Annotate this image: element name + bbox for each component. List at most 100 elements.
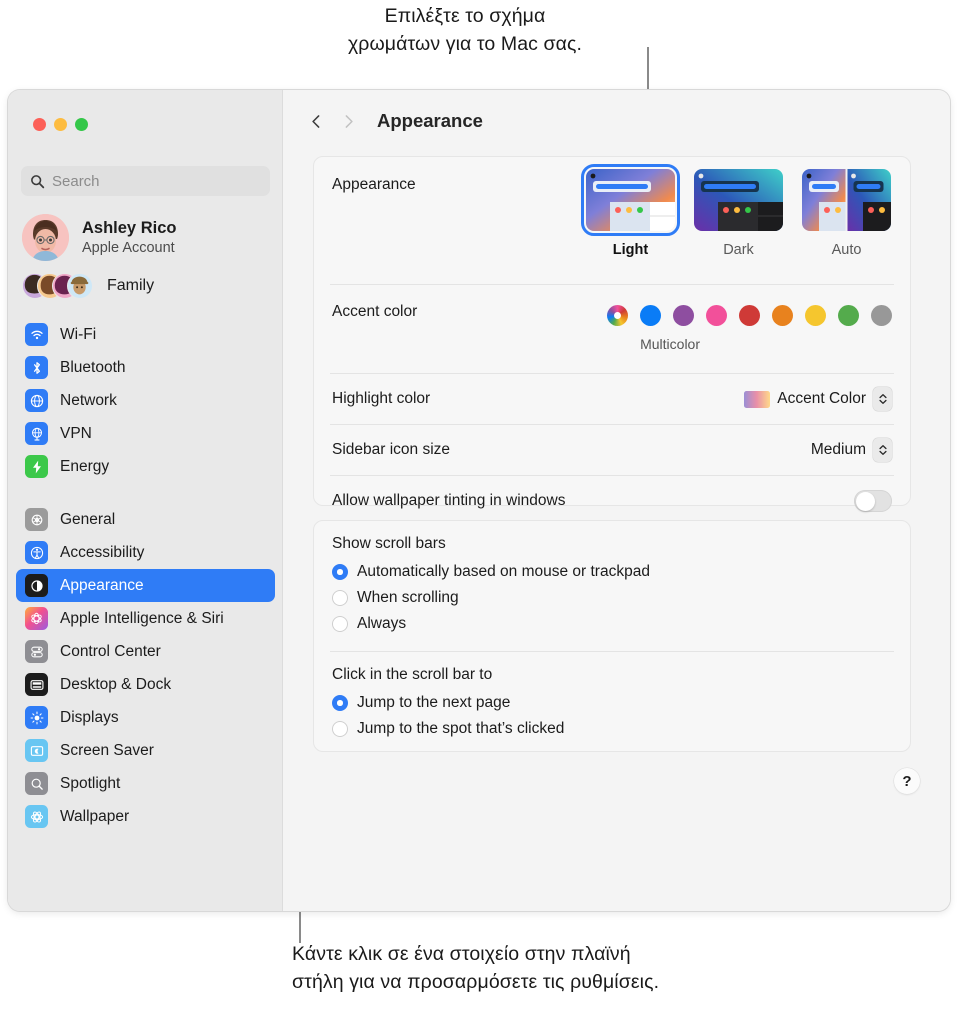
radio-option-jump-to-spot[interactable]: Jump to the spot that’s clicked (314, 716, 910, 742)
close-button[interactable] (33, 118, 46, 131)
accent-swatch-multicolor[interactable] (607, 305, 628, 326)
sidebar-icon-size-row: Sidebar icon size Medium (314, 425, 910, 475)
radio-indicator[interactable] (332, 695, 348, 711)
sidebar-item-wallpaper[interactable]: Wallpaper (16, 800, 275, 833)
radio-option-always[interactable]: Always (314, 611, 910, 637)
radio-option-automatically[interactable]: Automatically based on mouse or trackpad (314, 559, 910, 585)
help-button[interactable]: ? (894, 768, 920, 794)
accent-swatch-graphite[interactable] (871, 305, 892, 326)
radio-option-when-scrolling[interactable]: When scrolling (314, 585, 910, 611)
highlight-color-row: Highlight color Accent Color (314, 374, 910, 424)
sidebar-item-label: Control Center (60, 642, 161, 660)
page-title: Appearance (377, 110, 483, 131)
vpn-globe-icon (25, 422, 48, 445)
sidebar-item-label: VPN (60, 424, 92, 442)
appearance-option-dark[interactable]: Dark (693, 169, 784, 258)
sidebar-item-apple-intelligence-siri[interactable]: Apple Intelligence & Siri (16, 602, 275, 635)
accent-swatch-red[interactable] (739, 305, 760, 326)
sidebar-icon-size-value: Medium (810, 441, 866, 458)
accent-swatch-green[interactable] (838, 305, 859, 326)
appearance-row: Appearance Light Dark Auto (314, 157, 910, 284)
accent-color-swatches (607, 305, 892, 326)
radio-indicator[interactable] (332, 721, 348, 737)
sidebar-item-spotlight[interactable]: Spotlight (16, 767, 275, 800)
sidebar-item-apple-account[interactable]: Ashley Rico Apple Account (22, 214, 176, 261)
wallpaper-tinting-toggle[interactable] (854, 490, 892, 512)
sidebar-item-family[interactable]: Family (22, 271, 154, 301)
sidebar-item-displays[interactable]: Displays (16, 701, 275, 734)
family-avatars (22, 271, 96, 301)
sidebar-item-bluetooth[interactable]: Bluetooth (16, 351, 275, 384)
callout-bottom-text: Κάντε κλικ σε ένα στοιχείο στην πλαϊνή σ… (292, 943, 660, 993)
search-placeholder: Search (52, 172, 100, 190)
account-subtitle: Apple Account (82, 239, 175, 256)
globe-icon (25, 389, 48, 412)
search-input[interactable]: Search (21, 166, 270, 196)
sidebar-item-screen-saver[interactable]: Screen Saver (16, 734, 275, 767)
highlight-color-control[interactable]: Accent Color (744, 387, 892, 411)
show-scroll-bars-label: Show scroll bars (332, 535, 446, 552)
radio-label: Jump to the spot that’s clicked (357, 720, 565, 737)
sidebar-item-general[interactable]: General (16, 503, 275, 536)
zoom-button[interactable] (75, 118, 88, 131)
sidebar-item-label: Spotlight (60, 774, 121, 792)
sidebar-item-network[interactable]: Network (16, 384, 275, 417)
sidebar-group-divider (8, 483, 283, 503)
desktop-dock-icon (25, 673, 48, 696)
radio-label: When scrolling (357, 589, 459, 606)
light-thumbnail[interactable] (581, 164, 680, 236)
sidebar-item-label: Bluetooth (60, 358, 126, 376)
wallpaper-tinting-row: Allow wallpaper tinting in windows (314, 476, 910, 526)
radio-option-jump-next-page[interactable]: Jump to the next page (314, 690, 910, 716)
accessibility-icon (25, 541, 48, 564)
appearance-option-auto[interactable]: Auto (801, 169, 892, 258)
appearance-icon (25, 574, 48, 597)
accent-swatch-orange[interactable] (772, 305, 793, 326)
sidebar-item-appearance[interactable]: Appearance (16, 569, 275, 602)
auto-label: Auto (831, 242, 862, 258)
highlight-color-value: Accent Color (777, 390, 866, 407)
appearance-option-light[interactable]: Light (581, 164, 680, 258)
sidebar-item-desktop-dock[interactable]: Desktop & Dock (16, 668, 275, 701)
sidebar-item-energy[interactable]: Energy (16, 450, 275, 483)
highlight-color-swatch (744, 390, 771, 408)
family-avatar-4 (67, 273, 93, 299)
appearance-label: Appearance (332, 176, 416, 193)
sidebar-item-label: Accessibility (60, 543, 145, 561)
accent-swatch-yellow[interactable] (805, 305, 826, 326)
chevron-updown-icon[interactable] (873, 438, 892, 462)
click-scroll-bar-label: Click in the scroll bar to (332, 666, 493, 683)
radio-indicator[interactable] (332, 616, 348, 632)
chevron-right-icon[interactable] (337, 110, 359, 132)
sidebar-icon-size-label: Sidebar icon size (332, 441, 451, 458)
sidebar-item-label: General (60, 510, 116, 528)
sidebar-icon-size-control[interactable]: Medium (811, 438, 892, 462)
minimize-button[interactable] (54, 118, 67, 131)
sidebar-item-label: Network (60, 391, 117, 409)
auto-thumbnail[interactable] (802, 169, 891, 231)
radio-indicator[interactable] (332, 564, 348, 580)
dark-thumbnail[interactable] (694, 169, 783, 231)
chevron-updown-icon[interactable] (873, 387, 892, 411)
sidebar-item-wi-fi[interactable]: Wi-Fi (16, 318, 275, 351)
main-pane: Appearance Appearance Light Dark Auto Ac… (283, 90, 950, 911)
radio-label: Automatically based on mouse or trackpad (357, 563, 650, 580)
chevron-left-icon[interactable] (305, 110, 327, 132)
sidebar-item-control-center[interactable]: Control Center (16, 635, 275, 668)
accent-swatch-pink[interactable] (706, 305, 727, 326)
accent-swatch-blue[interactable] (640, 305, 661, 326)
sidebar-item-label: Screen Saver (60, 741, 154, 759)
avatar (22, 214, 69, 261)
radio-indicator[interactable] (332, 590, 348, 606)
window-traffic-lights (33, 118, 88, 131)
accent-color-label: Accent color (332, 303, 418, 320)
sidebar-item-vpn[interactable]: VPN (16, 417, 275, 450)
displays-icon (25, 706, 48, 729)
sidebar-item-accessibility[interactable]: Accessibility (16, 536, 275, 569)
wifi-icon (25, 323, 48, 346)
gear-icon (25, 508, 48, 531)
wallpaper-tinting-label: Allow wallpaper tinting in windows (332, 492, 566, 509)
spotlight-icon (25, 772, 48, 795)
accent-swatch-purple[interactable] (673, 305, 694, 326)
family-label: Family (107, 277, 155, 294)
